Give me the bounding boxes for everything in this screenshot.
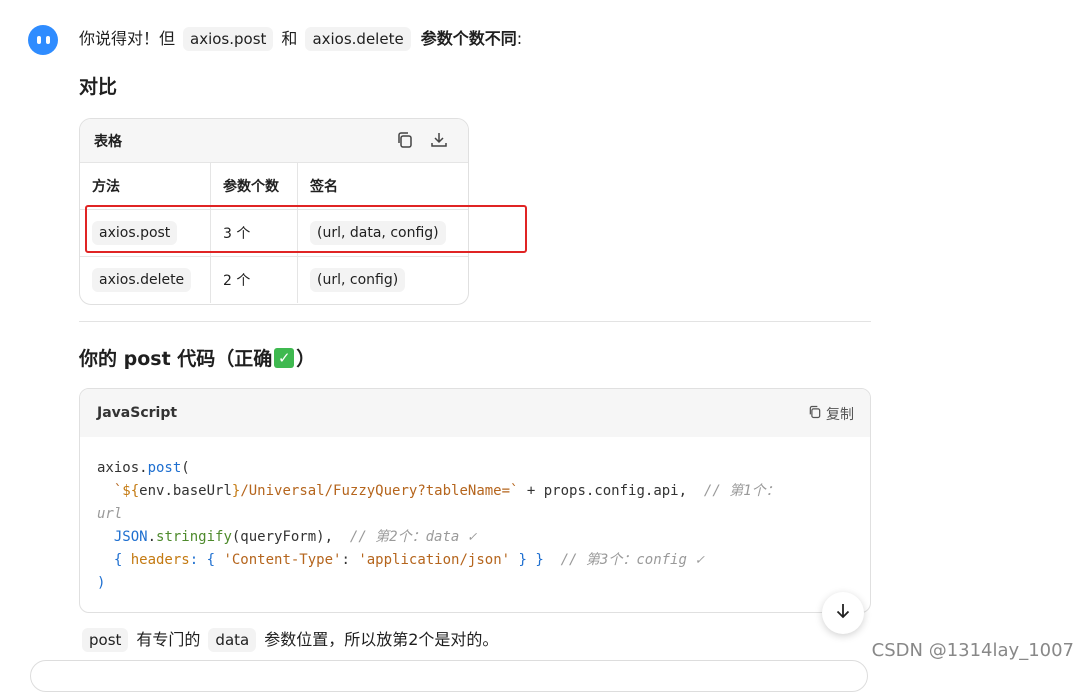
avatar-eye-right (45, 36, 50, 44)
code-token: } } (510, 552, 544, 568)
code-comment: // 第3个：config ✓ (560, 552, 704, 568)
intro-line: 你说得对！但 axios.post 和 axios.delete 参数个数不同 … (79, 27, 522, 51)
intro-bold: 参数个数不同 (420, 29, 517, 48)
download-icon[interactable] (430, 131, 448, 153)
col-header-method: 方法 (80, 163, 211, 210)
code-token: /Universal/FuzzyQuery?tableName= (240, 483, 511, 499)
col-header-signature: 签名 (297, 163, 468, 210)
code-block-header: JavaScript 复制 (80, 389, 870, 437)
intro-mid: 和 (281, 29, 298, 48)
copy-code-button[interactable]: 复制 (808, 404, 854, 424)
divider (79, 321, 871, 322)
code-block: JavaScript 复制 axios.post( `${env.baseUrl… (79, 388, 871, 613)
code-comment: url (97, 506, 123, 522)
code-comment: // 第2个：data ✓ (349, 529, 477, 545)
copy-label: 复制 (826, 407, 854, 423)
footer-text-1: 有专门的 (136, 630, 201, 649)
scroll-down-button[interactable] (822, 592, 864, 634)
cell-method: axios.delete (80, 256, 211, 303)
table-card-label: 表格 (94, 133, 122, 150)
table-card-header: 表格 (80, 119, 468, 163)
signature-pill: (url, config) (310, 268, 406, 292)
copy-icon (808, 405, 822, 423)
post-code-heading: 你的 post 代码（正确 ✓ ） (79, 344, 315, 371)
check-mark-icon: ✓ (274, 347, 295, 368)
code-comment: // 第1个： (703, 483, 780, 499)
code-token: headers (130, 552, 190, 568)
code-token: env.baseUrl (139, 483, 232, 499)
cell-count: 2 个 (210, 256, 298, 303)
code-token: 'Content-Type' (223, 552, 342, 568)
footer-line: post 有专门的 data 参数位置，所以放第2个是对的。 (82, 628, 498, 652)
code-token: post (147, 460, 182, 476)
footer-text-2: 参数位置，所以放第2个是对的。 (264, 630, 499, 649)
arrow-down-icon (834, 602, 852, 624)
code-token: ${ (122, 483, 140, 499)
code-token: ( (181, 460, 190, 476)
code-language-label: JavaScript (97, 405, 178, 421)
copy-icon[interactable] (396, 131, 414, 153)
input-box-edge[interactable] (30, 660, 868, 692)
code-token: JSON (113, 529, 148, 545)
inline-code-axios-delete: axios.delete (305, 27, 411, 51)
table-header-row: 方法 参数个数 签名 (80, 163, 468, 210)
table-card-actions (396, 131, 448, 153)
assistant-avatar (28, 25, 58, 55)
code-token: + props.config.api, (518, 483, 688, 499)
table-row: axios.delete 2 个 (url, config) (80, 256, 469, 304)
inline-code-data: data (208, 628, 257, 652)
red-highlight-box (85, 205, 527, 253)
code-token: . (147, 529, 157, 545)
avatar-eye-left (36, 36, 41, 44)
code-token: axios. (97, 460, 148, 476)
inline-code-axios-post: axios.post (183, 27, 274, 51)
inline-code-post: post (82, 628, 129, 652)
code-token: : { (189, 552, 224, 568)
csdn-watermark: CSDN @1314lay_1007 (871, 640, 1074, 661)
cell-signature: (url, config) (298, 257, 469, 304)
code-token: (queryForm), (231, 529, 334, 545)
method-pill: axios.delete (92, 268, 192, 292)
code-token: { (113, 552, 131, 568)
code-token: 'application/json' (358, 552, 511, 568)
post-code-heading-text: 你的 post 代码（正确 (79, 348, 273, 370)
code-token: : (341, 552, 359, 568)
col-header-count: 参数个数 (210, 163, 298, 210)
compare-heading: 对比 (79, 76, 118, 98)
code-token: ) (97, 575, 106, 591)
intro-prefix: 你说得对！但 (79, 29, 176, 48)
code-content: axios.post( `${env.baseUrl}/Universal/Fu… (80, 437, 870, 595)
code-token: stringify (156, 529, 232, 545)
intro-suffix: : (516, 29, 523, 48)
post-code-heading-suffix: ） (296, 348, 316, 370)
